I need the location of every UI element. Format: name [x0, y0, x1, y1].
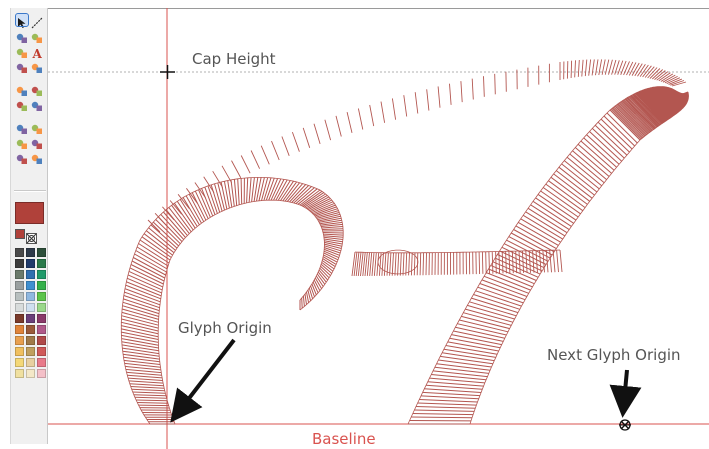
- tool-row: [15, 135, 45, 149]
- palette-swatch[interactable]: [26, 314, 35, 323]
- palette-swatch[interactable]: [26, 347, 35, 356]
- color-wheel-icon[interactable]: [31, 150, 43, 164]
- palette-swatch[interactable]: [37, 248, 46, 257]
- palette-swatch[interactable]: [26, 292, 35, 301]
- run-stitch-outline: [157, 199, 325, 425]
- node-add-icon[interactable]: [16, 97, 28, 111]
- node-edit-icon[interactable]: [16, 29, 28, 43]
- glyph-origin-arrow: [170, 338, 236, 423]
- palette-swatch[interactable]: [15, 369, 24, 378]
- run-tool-icon[interactable]: [31, 82, 43, 96]
- thread-color-icon[interactable]: [15, 229, 25, 239]
- line-tool-icon[interactable]: [31, 14, 43, 29]
- palette-swatch[interactable]: [26, 270, 35, 279]
- next-glyph-origin-arrow: [609, 369, 642, 418]
- thread-color-palette: [15, 248, 46, 378]
- palette-swatch[interactable]: [15, 314, 24, 323]
- palette-swatch[interactable]: [26, 325, 35, 334]
- palette-swatch[interactable]: [15, 292, 24, 301]
- design-canvas[interactable]: [48, 0, 709, 449]
- tool-row: [15, 59, 45, 73]
- tool-row: [15, 120, 45, 134]
- embroidery-editor-window: A Cap Height Glyph Origin Next Glyph Ori…: [0, 0, 709, 449]
- palette-swatch[interactable]: [15, 248, 24, 257]
- tool-row: [15, 97, 45, 111]
- palette-swatch[interactable]: [15, 303, 24, 312]
- palette-swatch[interactable]: [15, 358, 24, 367]
- palette-swatch[interactable]: [26, 259, 35, 268]
- mirror-icon[interactable]: [16, 135, 28, 149]
- palette-swatch[interactable]: [26, 303, 35, 312]
- palette-swatch[interactable]: [26, 358, 35, 367]
- glyph-origin-label: Glyph Origin: [178, 319, 272, 337]
- palette-swatch[interactable]: [37, 358, 46, 367]
- tool-row: [15, 82, 45, 96]
- palette-swatch[interactable]: [26, 281, 35, 290]
- svg-text:A: A: [32, 47, 43, 59]
- satin-tool-icon[interactable]: [16, 82, 28, 96]
- stitch-tool-icon[interactable]: [16, 59, 28, 73]
- shape-tool-icon[interactable]: [16, 44, 28, 58]
- cap-height-marker: [160, 65, 175, 79]
- palette-swatch[interactable]: [26, 369, 35, 378]
- node-delete-icon[interactable]: [31, 97, 43, 111]
- palette-swatch[interactable]: [37, 259, 46, 268]
- current-thread-color-swatch[interactable]: [15, 202, 44, 224]
- tool-row: [15, 29, 45, 43]
- palette-swatch[interactable]: [37, 292, 46, 301]
- palette-swatch[interactable]: [37, 369, 46, 378]
- palette-swatch[interactable]: [15, 281, 24, 290]
- palette-swatch[interactable]: [26, 336, 35, 345]
- no-color-icon[interactable]: [26, 229, 37, 244]
- run-stitch-outline: [120, 177, 344, 425]
- tool-row: [15, 13, 45, 29]
- tool-row: [15, 150, 45, 164]
- palette-swatch[interactable]: [37, 303, 46, 312]
- baseline-label: Baseline: [312, 430, 376, 448]
- palette-swatch[interactable]: [15, 270, 24, 279]
- palette-swatch[interactable]: [15, 325, 24, 334]
- glyph-a-stitches[interactable]: [120, 59, 689, 425]
- palette-swatch[interactable]: [26, 248, 35, 257]
- select-arrow-icon[interactable]: [15, 13, 29, 28]
- cap-height-label: Cap Height: [192, 50, 276, 68]
- tool-palette: A: [10, 8, 48, 444]
- palette-swatch[interactable]: [15, 347, 24, 356]
- satin-stitch-column: [121, 177, 344, 425]
- tool-row: A: [15, 44, 45, 61]
- color-mode-toggles: [15, 229, 45, 244]
- rotate-icon[interactable]: [31, 135, 43, 149]
- palette-swatch[interactable]: [37, 347, 46, 356]
- text-tool-icon[interactable]: A: [31, 44, 43, 61]
- palette-swatch[interactable]: [37, 336, 46, 345]
- fill-tool-icon[interactable]: [31, 59, 43, 73]
- star-tool-icon[interactable]: [31, 120, 43, 134]
- palette-swatch[interactable]: [15, 259, 24, 268]
- toolbar-divider: [14, 190, 46, 192]
- palette-swatch[interactable]: [15, 336, 24, 345]
- next-glyph-origin-marker[interactable]: [619, 419, 631, 431]
- transform-icon[interactable]: [16, 120, 28, 134]
- pencil-icon[interactable]: [31, 29, 43, 43]
- magnet-icon[interactable]: [16, 150, 28, 164]
- palette-swatch[interactable]: [37, 270, 46, 279]
- next-glyph-origin-label: Next Glyph Origin: [547, 346, 681, 364]
- palette-swatch[interactable]: [37, 281, 46, 290]
- palette-swatch[interactable]: [37, 325, 46, 334]
- palette-swatch[interactable]: [37, 314, 46, 323]
